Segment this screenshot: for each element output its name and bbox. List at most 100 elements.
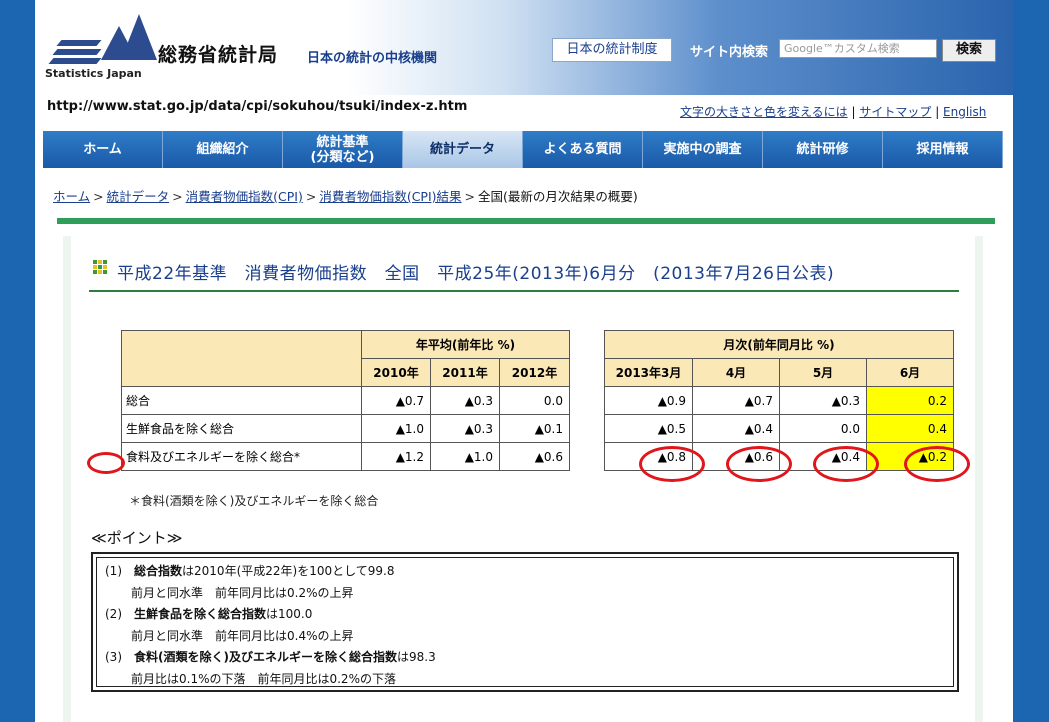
table-cell: ▲0.3 [430,386,500,415]
logo-stripe [52,49,102,55]
table-cell: ▲0.6 [499,442,570,471]
annotation-circle [87,452,125,474]
icon-square [93,260,97,264]
point-detail: 前月と同水準 前年同月比は0.2%の上昇 [131,585,354,600]
annotation-circle [639,446,705,482]
points-title: ≪ポイント≫ [91,529,183,547]
points-inner-box: (1) 総合指数は2010年(平成22年)を100として99.8 前月と同水準 … [96,557,954,687]
logo-triangle [121,14,157,60]
logo-stripe [56,40,102,46]
section-divider [57,218,995,224]
table-header-row: 2013年3月 4月 5月 6月 [604,358,954,387]
point-number: (2) [105,607,122,621]
point-number: (3) [105,650,122,664]
chevron-right-icon: > [464,189,476,204]
content-panel: 平成22年基準 消費者物価指数 全国 平成25年(2013年)6月分 (2013… [71,236,975,722]
points-box: (1) 総合指数は2010年(平成22年)を100として99.8 前月と同水準 … [91,552,959,692]
tagline: 日本の統計の中核機関 [307,51,438,66]
table-cell: ▲0.4 [692,414,780,443]
table-cell: ▲0.1 [499,414,570,443]
column-header: 5月 [779,358,867,387]
table-cell: ▲1.0 [361,414,431,443]
search-input[interactable]: Google™カスタム検索 [779,39,937,58]
column-header: 6月 [866,358,954,387]
table-cell: 0.0 [779,414,867,443]
header: Statistics Japan 総務省統計局 日本の統計の中核機関 日本の統計… [35,0,1013,95]
icon-square [98,270,102,274]
text-size-link[interactable]: 文字の大きさと色を変えるには [680,105,848,119]
annual-table: 年平均(前年比 %) 2010年 2011年 2012年 総合 ▲0.7 ▲0.… [121,330,570,471]
row-label: 総合 [121,386,362,415]
table-cell: ▲0.7 [361,386,431,415]
point-detail: 前月比は0.1%の下落 前年同月比は0.2%の下落 [131,671,396,686]
logo-stripe [48,58,102,64]
annotation-circle [904,446,970,482]
table-row: ▲0.9 ▲0.7 ▲0.3 0.2 [604,386,954,415]
content-area: 平成22年基準 消費者物価指数 全国 平成25年(2013年)6月分 (2013… [63,236,983,722]
sitemap-link[interactable]: サイトマップ [859,105,931,119]
table-cell-highlighted: 0.2 [866,386,954,415]
annotation-circle [726,446,792,482]
table-cell: 0.0 [499,386,570,415]
breadcrumb-link[interactable]: 消費者物価指数(CPI) [186,189,303,204]
table-row: 食料及びエネルギーを除く総合* ▲1.2 ▲1.0 ▲0.6 [121,442,570,471]
separator: | [935,105,944,119]
row-label: 食料及びエネルギーを除く総合* [121,442,362,471]
table-cell: ▲0.9 [604,386,693,415]
breadcrumb-link[interactable]: 統計データ [107,189,170,204]
column-header: 2013年3月 [604,358,693,387]
english-link[interactable]: English [943,105,986,119]
breadcrumb-link[interactable]: ホーム [53,189,90,204]
icon-square [93,270,97,274]
point-value: は98.3 [397,650,436,664]
annotation-circle [813,446,879,482]
statistics-japan-logo[interactable]: Statistics Japan [45,12,157,87]
grid-icon [93,260,107,274]
nav-standards[interactable]: 統計基準 (分類など) [283,131,403,168]
chevron-right-icon: > [172,189,183,204]
table-header-blank [121,330,362,387]
column-header: 2012年 [499,358,570,387]
utility-links: 文字の大きさと色を変えるには | サイトマップ | English [680,103,986,120]
nav-organization[interactable]: 組織紹介 [163,131,283,168]
nav-faq[interactable]: よくある質問 [523,131,643,168]
page: Statistics Japan 総務省統計局 日本の統計の中核機関 日本の統計… [35,0,1013,722]
page-url: http://www.stat.go.jp/data/cpi/sokuhou/t… [47,99,468,114]
table-row: 生鮮食品を除く総合 ▲1.0 ▲0.3 ▲0.1 [121,414,570,443]
table-cell: ▲1.2 [361,442,431,471]
table-header-row: 月次(前年同月比 %) [604,330,954,359]
nav-statistics-data[interactable]: 統計データ [403,131,523,168]
page-title: 平成22年基準 消費者物価指数 全国 平成25年(2013年)6月分 (2013… [117,264,835,284]
footnote: ＊食料(酒類を除く)及びエネルギーを除く総合 [129,494,379,508]
nav-training[interactable]: 統計研修 [763,131,883,168]
column-header: 2011年 [430,358,500,387]
point-name: 総合指数 [134,564,183,578]
column-header: 2010年 [361,358,431,387]
monthly-group-header: 月次(前年同月比 %) [604,330,954,359]
nav-recruitment[interactable]: 採用情報 [883,131,1003,168]
point-item: (2) 生鮮食品を除く総合指数は100.0 [105,604,945,626]
site-title[interactable]: 総務省統計局 [158,40,278,67]
icon-square [93,265,97,269]
point-value: は100.0 [266,607,313,621]
table-row: ▲0.5 ▲0.4 0.0 0.4 [604,414,954,443]
table-cell: ▲0.5 [604,414,693,443]
point-detail: 前月と同水準 前年同月比は0.4%の上昇 [131,628,354,643]
table-cell: ▲0.3 [430,414,500,443]
icon-square [103,265,107,269]
table-cell: ▲0.7 [692,386,780,415]
nav-home[interactable]: ホーム [43,131,163,168]
column-header: 4月 [692,358,780,387]
breadcrumb-link[interactable]: 消費者物価指数(CPI)結果 [319,189,461,204]
icon-square [98,265,102,269]
point-item: (1) 総合指数は2010年(平成22年)を100として99.8 [105,561,945,583]
main-nav: ホーム 組織紹介 統計基準 (分類など) 統計データ よくある質問 実施中の調査… [43,131,1003,168]
icon-square [98,260,102,264]
table-cell: ▲1.0 [430,442,500,471]
breadcrumb: ホーム > 統計データ > 消費者物価指数(CPI) > 消費者物価指数(CPI)結果 > 全国… [53,186,638,205]
search-button[interactable]: 検索 [942,39,996,62]
nav-surveys[interactable]: 実施中の調査 [643,131,763,168]
statistics-system-button[interactable]: 日本の統計制度 [552,38,672,62]
table-row: 総合 ▲0.7 ▲0.3 0.0 [121,386,570,415]
chevron-right-icon: > [93,189,104,204]
